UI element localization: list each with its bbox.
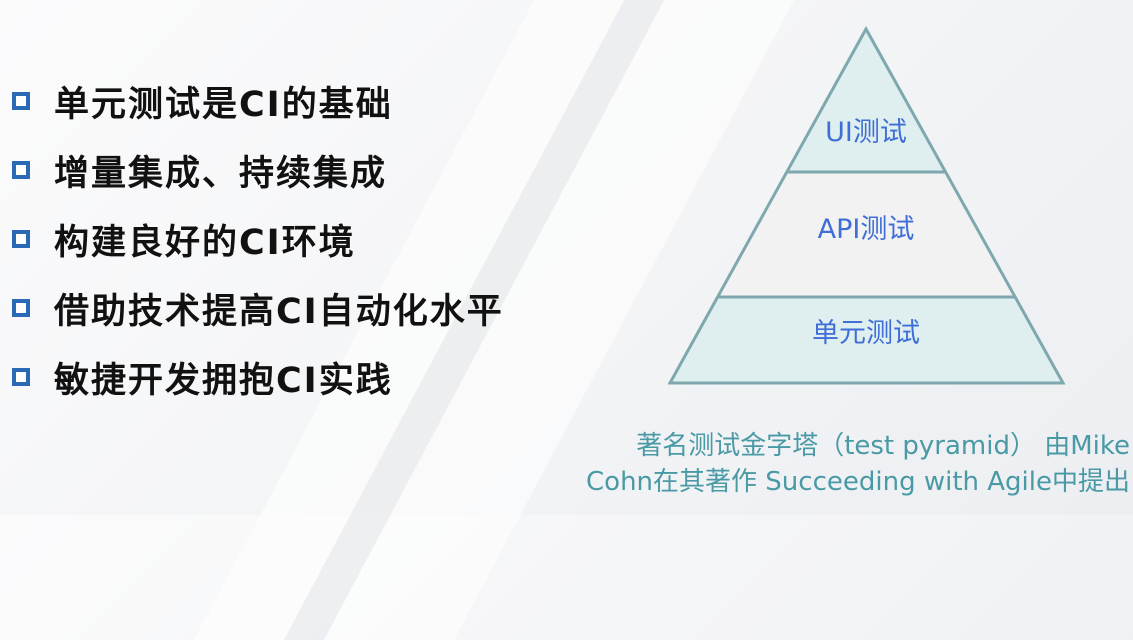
caption-line: 著名测试金字塔（test pyramid） 由Mike	[636, 431, 1130, 461]
pyramid-label-unit: 单元测试	[812, 318, 920, 349]
pyramid-caption: 著名测试金字塔（test pyramid） 由Mike Cohn在其著作 Suc…	[500, 428, 1130, 500]
caption-line: Cohn在其著作 Succeeding with Agile中提出	[586, 467, 1130, 497]
pyramid-layer-ui	[787, 29, 946, 172]
pyramid-label-api: API测试	[818, 214, 915, 245]
pyramid-label-ui: UI测试	[825, 117, 907, 148]
